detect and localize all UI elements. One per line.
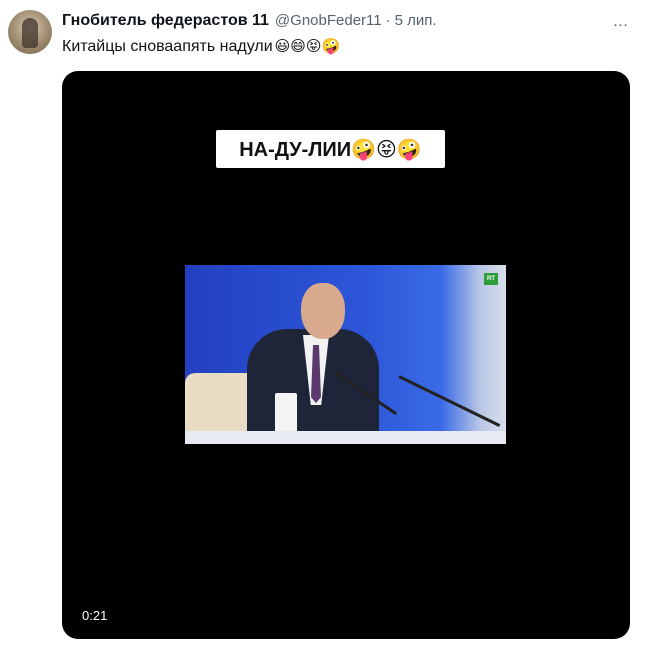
separator-dot: · (385, 12, 391, 29)
video-duration: 0:21 (82, 608, 108, 623)
tweet[interactable]: Гнобитель федерастов 11 @GnobFeder11 · 5… (0, 0, 647, 649)
tweet-text-emojis: 😃😄😝🤪 (274, 38, 341, 55)
tweet-date[interactable]: 5 лип. (395, 12, 437, 29)
video-player[interactable]: НА-ДУ-ЛИИ🤪😝🤪 RT 0:21 (62, 71, 630, 639)
tweet-header: Гнобитель федерастов 11 @GnobFeder11 · 5… (62, 12, 437, 30)
avatar[interactable] (8, 10, 52, 54)
video-frame: RT (185, 265, 506, 444)
tweet-text-body: Китайцы сноваапять надули (62, 38, 273, 55)
channel-logo: RT (484, 273, 498, 285)
video-caption: НА-ДУ-ЛИИ🤪😝🤪 (216, 130, 445, 168)
avatar-figure (22, 18, 38, 48)
more-options-icon[interactable]: … (609, 10, 633, 34)
frame-speaker-head (301, 283, 345, 339)
tweet-text: Китайцы сноваапять надули 😃😄😝🤪 (62, 37, 340, 56)
author-handle[interactable]: @GnobFeder11 (275, 12, 382, 29)
author-name[interactable]: Гнобитель федерастов 11 (62, 12, 269, 30)
frame-table (185, 431, 506, 444)
frame-cup (275, 393, 297, 435)
